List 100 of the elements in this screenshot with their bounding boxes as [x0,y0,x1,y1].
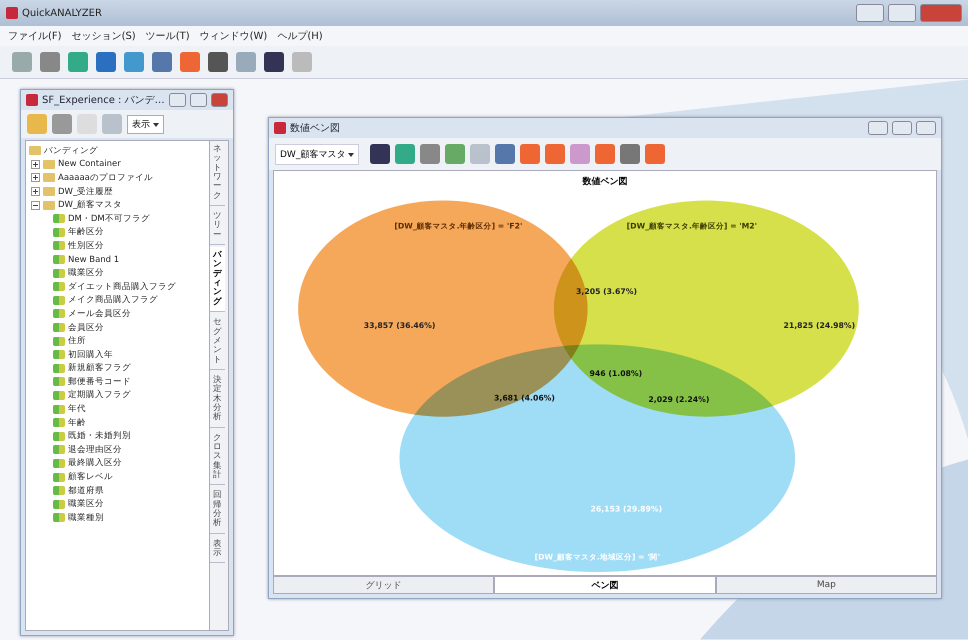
view-tab[interactable]: Map [716,576,937,594]
folder-icon [43,173,55,182]
collapse-icon[interactable] [31,200,40,210]
tree-item[interactable]: New Band 1 [68,254,120,265]
band-icon [53,377,65,386]
band-icon [53,404,65,414]
maximize-button[interactable] [888,4,916,22]
close-button[interactable] [916,121,936,135]
tree-item[interactable]: メール会員区分 [68,308,131,320]
source-dropdown[interactable]: DW_顧客マスタ [275,144,360,164]
tree-item[interactable]: 職業種別 [68,512,104,524]
tree-item[interactable]: DW_顧客マスタ [58,199,122,212]
tree-item[interactable]: New Container [58,159,121,170]
tree-item[interactable]: 新規顧客フラグ [68,362,131,374]
side-tab[interactable]: ネットワーク [210,141,224,206]
tree-item[interactable]: 職業区分 [68,267,104,280]
tree-item[interactable]: 年代 [68,403,86,416]
tree-item[interactable]: 郵便番号コード [68,376,131,388]
minimize-button[interactable] [868,121,888,135]
window-title: 数値ベン図 [290,122,341,135]
tree-item[interactable]: 年齢 [68,416,86,429]
tree-item[interactable]: 年齢区分 [68,226,104,238]
band-icon [53,228,65,237]
tree-item[interactable]: 都道府県 [68,484,104,497]
caret-icon [348,152,354,156]
side-tab[interactable]: 回帰分析 [210,487,224,534]
band-icon [53,445,65,454]
tree-item[interactable]: 定期購入フラグ [68,389,131,402]
region-value: 2,029 (2.24%) [648,395,710,404]
band-icon [53,241,65,250]
region-value: 21,825 (24.98%) [784,320,856,330]
tree-item[interactable]: 住所 [68,335,86,348]
band-icon [53,255,65,264]
band-icon [53,390,65,400]
band-icon [53,268,65,278]
side-tab[interactable]: セグメント [210,314,224,370]
expand-icon[interactable] [31,173,40,182]
tree-item[interactable]: 顧客レベル [68,471,113,484]
band-icon [53,458,65,468]
band-icon [53,472,65,482]
set-label: [DW_顧客マスタ.地域区分] = '関' [534,552,660,562]
band-icon [53,513,65,522]
folder-icon [29,146,41,156]
band-icon [53,214,65,224]
close-button[interactable] [210,93,228,107]
tree-item[interactable]: 初回購入年 [68,348,113,361]
window-title: QuickANALYZER [22,8,103,18]
region-value: 946 (1.08%) [590,369,642,378]
tree-item[interactable]: 性別区分 [68,240,104,252]
side-tab[interactable]: 決定木分析 [210,372,224,428]
band-icon [53,500,65,509]
tree-item[interactable]: バンディング [44,144,98,157]
app-logo-icon [274,122,286,134]
minimize-button[interactable] [168,93,186,107]
band-icon [53,323,65,332]
app-logo-icon [26,94,38,106]
band-icon [53,418,65,428]
expand-icon[interactable] [31,187,40,196]
tree-item[interactable]: 会員区分 [68,322,104,334]
caret-icon [152,122,159,126]
side-tab[interactable]: 表示 [210,536,224,564]
set-label: [DW_顧客マスタ.年齢区分] = 'M2' [626,222,758,231]
menu-item[interactable]: ヘルプ(H) [277,29,323,43]
tree-item[interactable]: 既婚・未婚判別 [68,430,131,442]
view-button[interactable]: 表示 [127,114,164,134]
diagram-title: 数値ベン図 [582,176,628,188]
band-icon [53,296,65,305]
view-tab[interactable]: ベン図 [494,576,716,594]
maximize-button[interactable] [190,93,207,107]
menu-item[interactable]: ファイル(F) [8,29,62,43]
menu-item[interactable]: セッション(S) [72,29,136,43]
band-icon [53,336,65,346]
folder-icon [43,200,55,210]
view-tab[interactable]: グリッド [273,576,494,594]
side-tab[interactable]: クロス集計 [210,430,224,486]
band-icon [53,282,65,292]
set-label: [DW_顧客マスタ.年齢区分] = 'F2' [394,222,522,231]
side-tab[interactable]: ツリー [210,208,224,246]
tree-item[interactable]: Aaaaaaのプロファイル [58,172,153,184]
tree-item[interactable]: ダイエット商品購入フラグ [68,280,176,293]
band-icon [53,309,65,318]
expand-icon[interactable] [31,160,40,169]
menu-item[interactable]: ツール(T) [146,29,190,43]
band-icon [53,486,65,496]
tree-item[interactable]: DW_受注履歴 [58,186,114,198]
maximize-button[interactable] [892,121,912,135]
region-value: 26,153 (29.89%) [590,504,662,514]
toolbar-icon[interactable] [370,144,390,164]
region-value: 3,205 (3.67%) [576,287,637,296]
tree-item[interactable]: 退会理由区分 [68,444,122,456]
region-value: 3,681 (4.06%) [494,393,555,402]
tree-item[interactable]: 職業区分 [68,498,104,510]
side-tab[interactable]: バンディング [210,247,224,312]
minimize-button[interactable] [856,4,884,22]
folder-icon [43,187,55,196]
band-icon [53,350,65,360]
tree-item[interactable]: メイク商品購入フラグ [68,294,158,306]
tree-item[interactable]: DM・DM不可フラグ [68,212,150,225]
tree-item[interactable]: 最終購入区分 [68,457,122,470]
menu-item[interactable]: ウィンドウ(W) [200,29,268,43]
